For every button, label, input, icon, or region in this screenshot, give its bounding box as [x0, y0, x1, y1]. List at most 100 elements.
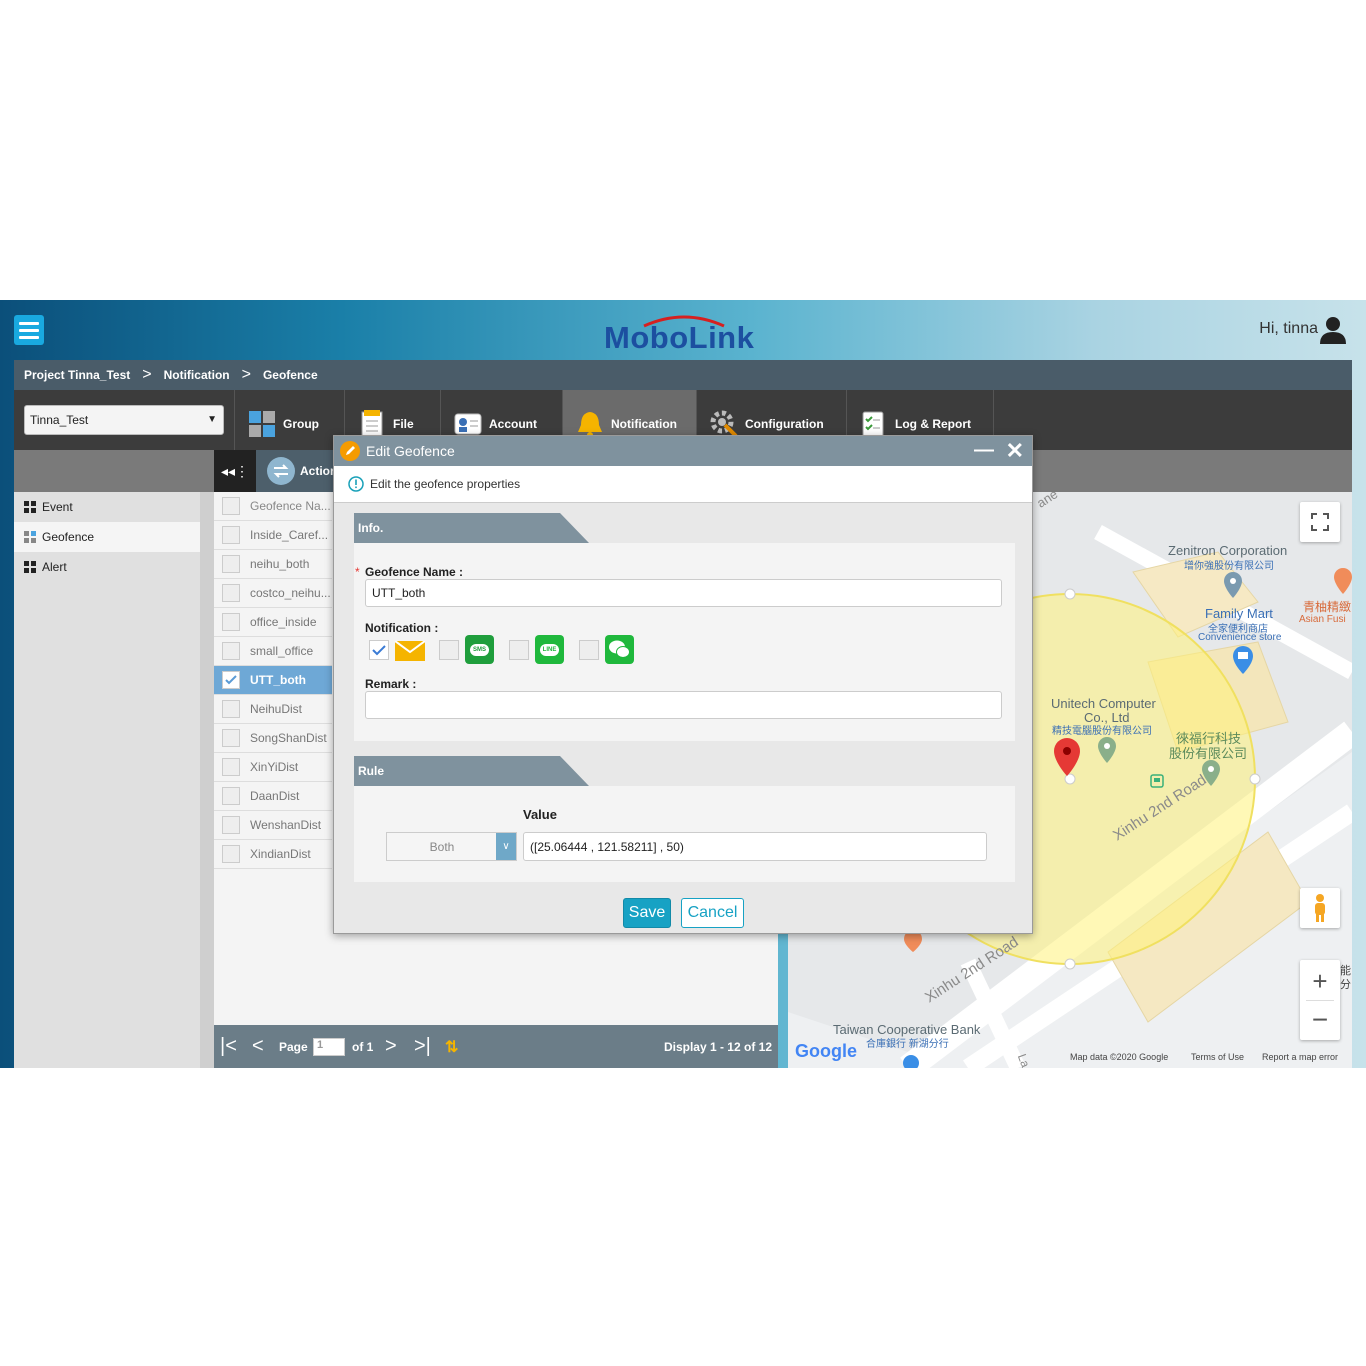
row-label: WenshanDist [250, 818, 322, 832]
location-marker-icon[interactable] [1054, 738, 1080, 776]
row-label: UTT_both [250, 673, 306, 687]
row-checkbox-checked[interactable] [222, 671, 240, 689]
pegman-icon [1315, 894, 1325, 922]
restaurant-pin-icon[interactable] [1334, 568, 1352, 594]
sidebar-item-geofence[interactable]: Geofence [14, 522, 200, 552]
store-pin-icon[interactable] [1233, 646, 1253, 674]
cancel-button[interactable]: Cancel [681, 898, 744, 928]
display-count: Display 1 - 12 of 12 [663, 1039, 772, 1054]
sms-checkbox[interactable] [439, 640, 459, 660]
row-checkbox[interactable] [222, 700, 240, 718]
map-label-unitech-zh: 精技電腦股份有限公司 [1052, 726, 1152, 737]
bus-stop-icon[interactable] [1150, 774, 1164, 788]
table-row-selected[interactable]: UTT_both [214, 666, 332, 695]
sidebar-item-label: Event [42, 500, 73, 514]
row-checkbox[interactable] [222, 613, 240, 631]
fullscreen-button[interactable] [1300, 502, 1340, 542]
row-checkbox[interactable] [222, 845, 240, 863]
sidebar-item-event[interactable]: Event [14, 492, 200, 522]
row-checkbox[interactable] [222, 526, 240, 544]
last-page-icon[interactable]: >| [414, 1025, 431, 1068]
map-label-side-2: 分 [1340, 979, 1351, 991]
table-row[interactable]: DaanDist [214, 782, 332, 811]
row-checkbox[interactable] [222, 729, 240, 747]
chevron-down-icon[interactable]: ∨ [496, 833, 516, 860]
map-label-qingyou: 青柚精緻 [1303, 600, 1352, 614]
table-row[interactable]: costco_neihu... [214, 579, 332, 608]
select-all-checkbox[interactable] [222, 497, 240, 515]
map-label-zenitron: Zenitron Corporation [1168, 543, 1288, 558]
row-label: SongShanDist [250, 731, 327, 745]
bank-pin-icon[interactable] [902, 1054, 920, 1068]
map-label-zenitron-zh: 增你強股份有限公司 [1184, 561, 1274, 572]
grid-header-label: Geofence Na... [250, 499, 331, 513]
zoom-in-button[interactable]: + [1312, 962, 1327, 1000]
rule-type-select[interactable]: Both ∨ [386, 832, 517, 861]
table-row[interactable]: Inside_Caref... [214, 521, 332, 550]
edit-geofence-dialog: Edit Geofence — ✕ Edit the geofence prop… [333, 435, 1033, 934]
tab-log-report-label: Log & Report [895, 417, 971, 431]
map-pin-icon[interactable] [1098, 737, 1116, 763]
user-icon[interactable] [1320, 316, 1346, 344]
project-select[interactable]: Tinna_Test ▼ [24, 405, 224, 435]
row-checkbox[interactable] [222, 555, 240, 573]
first-page-icon[interactable]: |< [220, 1025, 237, 1068]
email-checkbox[interactable] [369, 640, 389, 660]
map-report-link[interactable]: Report a map error [1262, 1052, 1338, 1062]
rule-type-value: Both [429, 839, 455, 854]
zoom-out-button[interactable]: − [1312, 1001, 1328, 1039]
table-row[interactable]: NeihuDist [214, 695, 332, 724]
close-icon[interactable]: ✕ [1006, 438, 1024, 464]
refresh-icon[interactable]: ⇅ [445, 1025, 458, 1068]
line-checkbox[interactable] [509, 640, 529, 660]
pencil-icon [340, 441, 360, 461]
table-row[interactable]: small_office [214, 637, 332, 666]
table-row[interactable]: WenshanDist [214, 811, 332, 840]
table-row[interactable]: neihu_both [214, 550, 332, 579]
row-label: neihu_both [250, 557, 310, 571]
page-number-input[interactable]: 1 [313, 1037, 345, 1056]
grid-header[interactable]: Geofence Na... [214, 492, 332, 521]
checkmark-icon [225, 675, 237, 685]
sidebar-item-alert[interactable]: Alert [14, 552, 200, 582]
menu-icon[interactable] [14, 315, 44, 345]
row-checkbox[interactable] [222, 642, 240, 660]
rule-value-input[interactable]: ([25.06444 , 121.58211] , 50) [523, 832, 987, 861]
table-row[interactable]: XinYiDist [214, 753, 332, 782]
map-pin-icon[interactable] [1224, 572, 1242, 598]
tab-group-label: Group [283, 417, 319, 431]
breadcrumb-notification[interactable]: Notification [164, 368, 230, 382]
remark-input[interactable] [365, 691, 1002, 719]
minimize-icon[interactable]: — [974, 439, 994, 462]
line-icon-text: LINE [539, 643, 560, 656]
required-mark: * [355, 565, 360, 579]
geofence-name-value: UTT_both [372, 586, 426, 600]
save-button[interactable]: Save [623, 898, 671, 928]
geofence-name-input[interactable]: UTT_both [365, 579, 1002, 607]
breadcrumb-project[interactable]: Project Tinna_Test [24, 368, 130, 382]
map-label-family-mart: Family Mart [1205, 606, 1273, 621]
row-checkbox[interactable] [222, 584, 240, 602]
sidebar-item-label: Geofence [42, 530, 95, 544]
grid-pager: |< < Page 1 of 1 > >| ⇅ Display 1 - 12 o… [214, 1025, 778, 1068]
prev-page-icon[interactable]: < [252, 1025, 264, 1068]
table-row[interactable]: XindianDist [214, 840, 332, 869]
notification-label: Notification : [365, 621, 439, 635]
wechat-checkbox[interactable] [579, 640, 599, 660]
map-terms-link[interactable]: Terms of Use [1191, 1052, 1244, 1062]
table-row[interactable]: office_inside [214, 608, 332, 637]
row-checkbox[interactable] [222, 816, 240, 834]
page-label: Page [279, 1039, 308, 1054]
collapse-panel-button[interactable]: ◂◂⋮ [214, 450, 256, 492]
table-row[interactable]: SongShanDist [214, 724, 332, 753]
row-checkbox[interactable] [222, 758, 240, 776]
row-checkbox[interactable] [222, 787, 240, 805]
rule-section-tab [354, 756, 589, 786]
dialog-info-text: Edit the geofence properties [370, 477, 521, 491]
street-view-button[interactable] [1300, 888, 1340, 928]
tab-notification-label: Notification [611, 417, 677, 431]
tab-group[interactable]: Group [234, 390, 344, 450]
double-chevron-left-icon: ◂◂⋮ [220, 462, 250, 479]
next-page-icon[interactable]: > [385, 1025, 397, 1068]
chevron-right-icon: > [142, 366, 152, 383]
